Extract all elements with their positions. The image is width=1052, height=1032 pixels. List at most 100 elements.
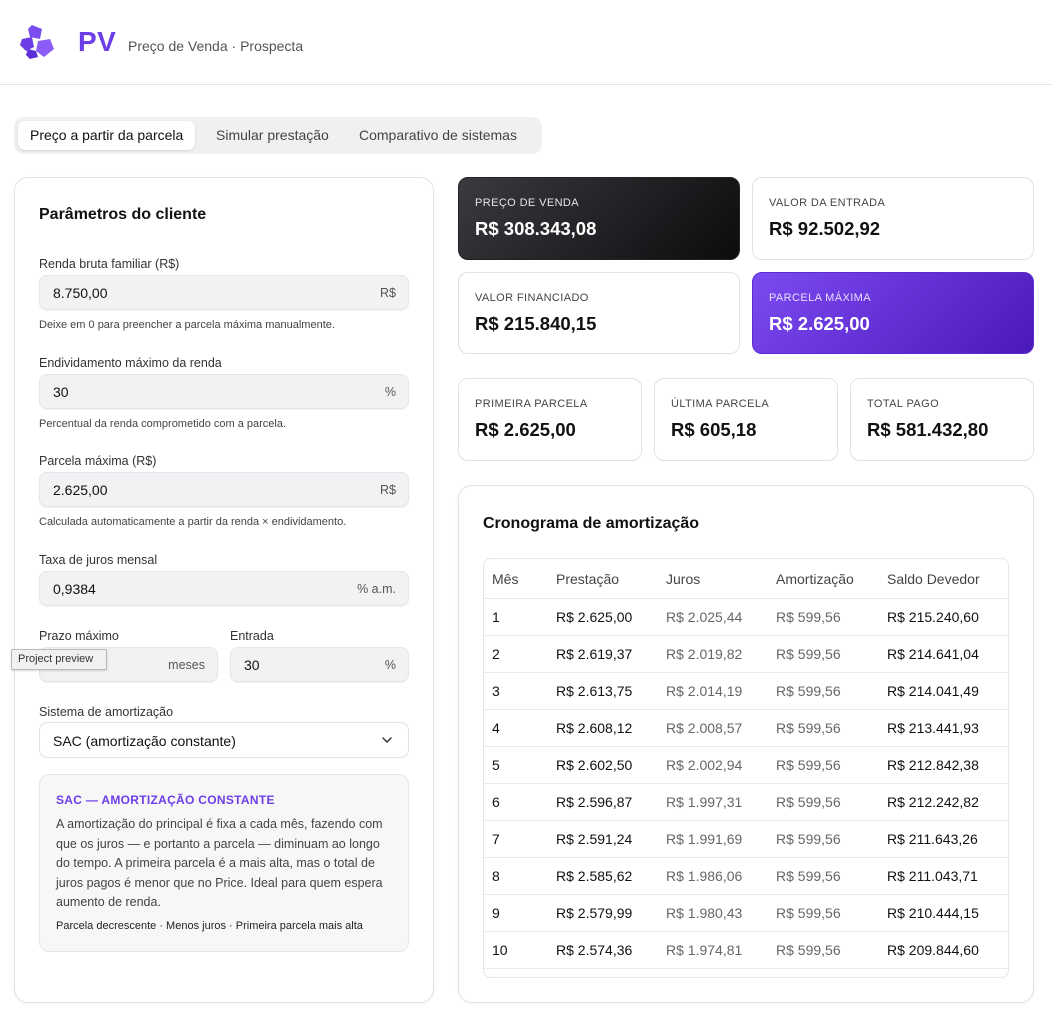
info-title: SAC — AMORTIZAÇÃO CONSTANTE: [56, 793, 275, 807]
column-header: Amortização: [776, 571, 854, 587]
schedule-table[interactable]: Mês Prestação Juros Amortização Saldo De…: [483, 558, 1009, 978]
cell-mes: 2: [492, 646, 500, 662]
cell-juros: R$ 2.025,44: [666, 609, 743, 625]
sistema-select[interactable]: SAC (amortização constante): [39, 722, 409, 758]
parcela-label: Parcela máxima (R$): [39, 454, 157, 468]
ultima-parcela-value: R$ 605,18: [671, 419, 757, 440]
amortization-schedule-panel: Cronograma de amortização Mês Prestação …: [458, 485, 1034, 1003]
endividamento-unit: %: [384, 385, 396, 399]
parcela-unit: R$: [380, 483, 396, 497]
cell-prestacao: R$ 2.579,99: [556, 905, 633, 921]
cell-juros: R$ 1.991,69: [666, 831, 743, 847]
cell-mes: 5: [492, 757, 500, 773]
cell-amortizacao: R$ 599,56: [776, 646, 841, 662]
primeira-parcela-value: R$ 2.625,00: [475, 419, 576, 440]
cell-mes: 8: [492, 868, 500, 884]
panel-title: Parâmetros do cliente: [39, 206, 207, 223]
valor-entrada-label: VALOR DA ENTRADA: [769, 197, 886, 209]
client-parameters-panel: Parâmetros do cliente Renda bruta famili…: [14, 177, 434, 1003]
cell-amortizacao: R$ 599,56: [776, 868, 841, 884]
table-row: 4 R$ 2.608,12 R$ 2.008,57 R$ 599,56 R$ 2…: [484, 710, 1008, 747]
ultima-parcela-card: ÚLTIMA PARCELA R$ 605,18: [654, 378, 838, 461]
amortization-info-box: SAC — AMORTIZAÇÃO CONSTANTE A amortizaçã…: [39, 774, 409, 952]
table-header: Mês Prestação Juros Amortização Saldo De…: [484, 559, 1008, 599]
tab-bar: Preço a partir da parcela Simular presta…: [14, 117, 542, 154]
cell-prestacao: R$ 2.619,37: [556, 646, 633, 662]
cell-prestacao: R$ 2.591,24: [556, 831, 633, 847]
cell-saldo: R$ 210.444,15: [887, 905, 979, 921]
cell-mes: 9: [492, 905, 500, 921]
cell-saldo: R$ 214.641,04: [887, 646, 979, 662]
cell-prestacao: R$ 2.574,36: [556, 942, 633, 958]
endividamento-input[interactable]: 30 %: [39, 374, 409, 409]
table-row: 2 R$ 2.619,37 R$ 2.019,82 R$ 599,56 R$ 2…: [484, 636, 1008, 673]
table-row: 7 R$ 2.591,24 R$ 1.991,69 R$ 599,56 R$ 2…: [484, 821, 1008, 858]
cell-saldo: R$ 211.643,26: [887, 831, 978, 847]
prazo-label: Prazo máximo: [39, 629, 119, 643]
parcela-input[interactable]: 2.625,00 R$: [39, 472, 409, 507]
tab-comparativo-sistemas[interactable]: Comparativo de sistemas: [347, 121, 529, 150]
table-row: 6 R$ 2.596,87 R$ 1.997,31 R$ 599,56 R$ 2…: [484, 784, 1008, 821]
cell-mes: 10: [492, 942, 508, 958]
parcela-value: 2.625,00: [53, 482, 108, 498]
renda-input[interactable]: 8.750,00 R$: [39, 275, 409, 310]
cell-amortizacao: R$ 599,56: [776, 942, 841, 958]
entrada-unit: %: [384, 658, 396, 672]
parcela-maxima-label: PARCELA MÁXIMA: [769, 292, 871, 304]
valor-entrada-card: VALOR DA ENTRADA R$ 92.502,92: [752, 177, 1034, 260]
app-header: PV Preço de Venda · Prospecta: [0, 0, 1052, 85]
column-header: Juros: [666, 571, 701, 587]
cell-juros: R$ 1.980,43: [666, 905, 743, 921]
cell-prestacao: R$ 2.613,75: [556, 683, 633, 699]
cell-saldo: R$ 209.844,60: [887, 942, 979, 958]
preco-venda-label: PREÇO DE VENDA: [475, 197, 580, 209]
valor-financiado-card: VALOR FINANCIADO R$ 215.840,15: [458, 272, 740, 354]
endividamento-hint: Percentual da renda comprometido com a p…: [39, 418, 287, 430]
cell-amortizacao: R$ 599,56: [776, 831, 841, 847]
table-row: 8 R$ 2.585,62 R$ 1.986,06 R$ 599,56 R$ 2…: [484, 858, 1008, 895]
cell-amortizacao: R$ 599,56: [776, 683, 841, 699]
cell-prestacao: R$ 2.602,50: [556, 757, 633, 773]
cell-saldo: R$ 213.441,93: [887, 720, 979, 736]
column-header: Saldo Devedor: [887, 571, 980, 587]
cell-mes: 6: [492, 794, 500, 810]
table-row: 1 R$ 2.625,00 R$ 2.025,44 R$ 599,56 R$ 2…: [484, 599, 1008, 636]
cell-saldo: R$ 215.240,60: [887, 609, 979, 625]
project-preview-tooltip: Project preview: [11, 649, 107, 670]
taxa-label: Taxa de juros mensal: [39, 553, 158, 567]
cell-prestacao: R$ 2.596,87: [556, 794, 633, 810]
parcela-maxima-card: PARCELA MÁXIMA R$ 2.625,00: [752, 272, 1034, 354]
prazo-unit: meses: [168, 658, 205, 672]
renda-hint: Deixe em 0 para preencher a parcela máxi…: [39, 319, 335, 331]
table-row: 9 R$ 2.579,99 R$ 1.980,43 R$ 599,56 R$ 2…: [484, 895, 1008, 932]
cell-prestacao: R$ 2.625,00: [556, 609, 633, 625]
cell-mes: 7: [492, 831, 500, 847]
cell-amortizacao: R$ 599,56: [776, 757, 841, 773]
primeira-parcela-card: PRIMEIRA PARCELA R$ 2.625,00: [458, 378, 642, 461]
entrada-label: Entrada: [230, 629, 274, 643]
preco-venda-value: R$ 308.343,08: [475, 218, 597, 239]
cell-amortizacao: R$ 599,56: [776, 794, 841, 810]
cell-juros: R$ 2.014,19: [666, 683, 743, 699]
valor-financiado-label: VALOR FINANCIADO: [475, 292, 589, 304]
taxa-input[interactable]: 0,9384 % a.m.: [39, 571, 409, 606]
total-pago-value: R$ 581.432,80: [867, 419, 989, 440]
cell-mes: 4: [492, 720, 500, 736]
cell-saldo: R$ 212.242,82: [887, 794, 979, 810]
tab-simular-prestacao[interactable]: Simular prestação: [204, 121, 341, 150]
cell-mes: 1: [492, 609, 500, 625]
renda-label: Renda bruta familiar (R$): [39, 257, 180, 271]
cell-saldo: R$ 212.842,38: [887, 757, 979, 773]
cell-mes: 3: [492, 683, 500, 699]
cell-juros: R$ 1.974,81: [666, 942, 743, 958]
cell-prestacao: R$ 2.608,12: [556, 720, 633, 736]
entrada-input[interactable]: 30 %: [230, 647, 409, 682]
tab-preco-parcela[interactable]: Preço a partir da parcela: [18, 121, 196, 150]
schedule-title: Cronograma de amortização: [483, 515, 700, 532]
taxa-unit: % a.m.: [357, 582, 396, 596]
info-body: A amortização do principal é fixa a cada…: [56, 817, 383, 909]
ultima-parcela-label: ÚLTIMA PARCELA: [671, 398, 770, 410]
renda-unit: R$: [380, 286, 396, 300]
primeira-parcela-label: PRIMEIRA PARCELA: [475, 398, 588, 410]
cell-prestacao: R$ 2.585,62: [556, 868, 633, 884]
